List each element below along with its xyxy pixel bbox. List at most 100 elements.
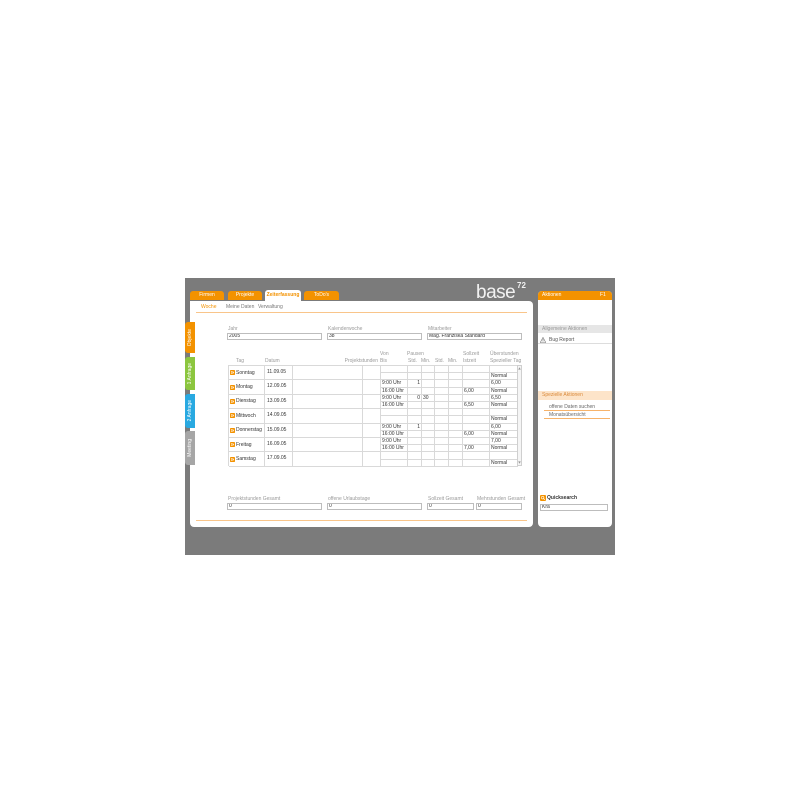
pause-hours-field[interactable] [408,452,422,460]
special-day-field[interactable]: Normal [490,401,518,410]
pause-minutes-field[interactable] [422,380,435,388]
hours-field-2[interactable] [435,459,449,467]
project-hours-cell[interactable] [293,452,363,467]
start-time-field[interactable] [381,409,408,417]
week-field[interactable]: 38 [327,333,422,340]
target-time-field[interactable] [463,423,490,431]
start-time-field[interactable] [381,366,408,374]
subnav-woche[interactable]: Woche [201,304,216,310]
pause-hours-field-2[interactable] [408,387,422,395]
target-time-field[interactable] [463,366,490,374]
target-time-field[interactable] [463,380,490,388]
subnav-meine-daten[interactable]: Meine Daten [226,304,254,310]
month-overview-link[interactable]: Monatsübersicht [544,411,610,419]
overtime-field[interactable]: 6,50 [490,394,518,402]
pause-minutes-field-2[interactable] [422,401,435,410]
end-time-field[interactable] [381,416,408,424]
pause-minutes-field-2[interactable] [422,459,435,467]
pause-hours-field-2[interactable] [408,416,422,424]
target-time-field[interactable] [463,438,490,446]
special-day-field[interactable]: Normal [490,459,518,467]
hours-field[interactable] [435,366,449,374]
actual-time-field[interactable] [463,373,490,381]
pause-hours-field[interactable]: 0 [408,394,422,402]
target-time-field[interactable] [463,394,490,402]
start-time-field[interactable]: 9:00 Uhr [381,380,408,388]
minutes-field[interactable] [449,380,463,388]
tab-todos[interactable]: ToDo's [304,291,339,300]
minutes-field[interactable] [449,452,463,460]
hours-field-2[interactable] [435,387,449,395]
day-open-icon[interactable] [230,413,235,419]
end-time-field[interactable] [381,459,408,467]
day-open-icon[interactable] [230,398,235,404]
project-hours-cell[interactable] [293,394,363,410]
actual-time-field[interactable]: 6,50 [463,401,490,410]
hours-field-2[interactable] [435,416,449,424]
pause-hours-field-2[interactable] [408,401,422,410]
tab-firmen[interactable]: Firmen [190,291,224,300]
pause-hours-field[interactable]: 1 [408,423,422,431]
hours-field-2[interactable] [435,373,449,381]
hours-field-2[interactable] [435,430,449,438]
pause-minutes-field-2[interactable] [422,373,435,381]
pause-minutes-field-2[interactable] [422,416,435,424]
special-day-field[interactable]: Normal [490,445,518,453]
pause-minutes-field[interactable]: 30 [422,394,435,402]
end-time-field[interactable]: 16:00 Uhr [381,445,408,453]
actual-time-field[interactable] [463,459,490,467]
end-time-field[interactable]: 16:00 Uhr [381,401,408,410]
help-shortcut[interactable]: F1 [600,291,606,300]
side-tab-1[interactable]: Objekte [185,322,195,353]
actual-time-field[interactable]: 7,00 [463,445,490,453]
total-project-field[interactable]: 0 [227,503,322,510]
hours-field[interactable] [435,452,449,460]
overtime-field[interactable]: 7,00 [490,438,518,446]
actual-time-field[interactable] [463,416,490,424]
actual-time-field[interactable]: 6,00 [463,430,490,438]
project-hours-cell[interactable] [293,438,363,453]
total-extra-field[interactable]: 0 [476,503,522,510]
start-time-field[interactable]: 9:00 Uhr [381,423,408,431]
overtime-field[interactable]: 6,00 [490,380,518,388]
pause-hours-field[interactable]: 1 [408,380,422,388]
tab-projekte[interactable]: Projekte [228,291,262,300]
day-open-icon[interactable] [230,442,235,448]
pause-minutes-field[interactable] [422,366,435,374]
minutes-field-2[interactable] [449,459,463,467]
minutes-field[interactable] [449,423,463,431]
side-tab-2[interactable]: 1 Anfrage [185,357,195,390]
day-open-icon[interactable] [230,456,235,462]
project-hours-cell[interactable] [293,423,363,438]
target-time-field[interactable] [463,452,490,460]
hours-field-2[interactable] [435,401,449,410]
pause-minutes-field[interactable] [422,438,435,446]
overtime-field[interactable]: 6,00 [490,423,518,431]
day-open-icon[interactable] [230,384,235,390]
hours-field[interactable] [435,394,449,402]
pause-minutes-field-2[interactable] [422,430,435,438]
project-hours-cell[interactable] [293,409,363,424]
pause-hours-field[interactable] [408,366,422,374]
pause-minutes-field-2[interactable] [422,387,435,395]
pause-hours-field-2[interactable] [408,445,422,453]
special-day-field[interactable]: Normal [490,387,518,395]
actual-time-field[interactable]: 6,00 [463,387,490,395]
end-time-field[interactable]: 16:00 Uhr [381,387,408,395]
total-soll-field[interactable]: 0 [427,503,474,510]
day-open-icon[interactable] [230,427,235,433]
bug-report-action[interactable]: Bug Report [538,336,612,344]
minutes-field-2[interactable] [449,373,463,381]
overtime-field[interactable] [490,409,518,417]
overtime-field[interactable] [490,366,518,374]
end-time-field[interactable] [381,373,408,381]
year-field[interactable]: 2005 [227,333,322,340]
overtime-field[interactable] [490,452,518,460]
start-time-field[interactable]: 9:00 Uhr [381,394,408,402]
target-time-field[interactable] [463,409,490,417]
scroll-down-icon[interactable] [518,461,521,464]
pause-minutes-field[interactable] [422,409,435,417]
pause-minutes-field[interactable] [422,423,435,431]
scroll-up-icon[interactable] [518,367,521,370]
tab-zeiterfassung[interactable]: Zeiterfassung [265,290,301,301]
